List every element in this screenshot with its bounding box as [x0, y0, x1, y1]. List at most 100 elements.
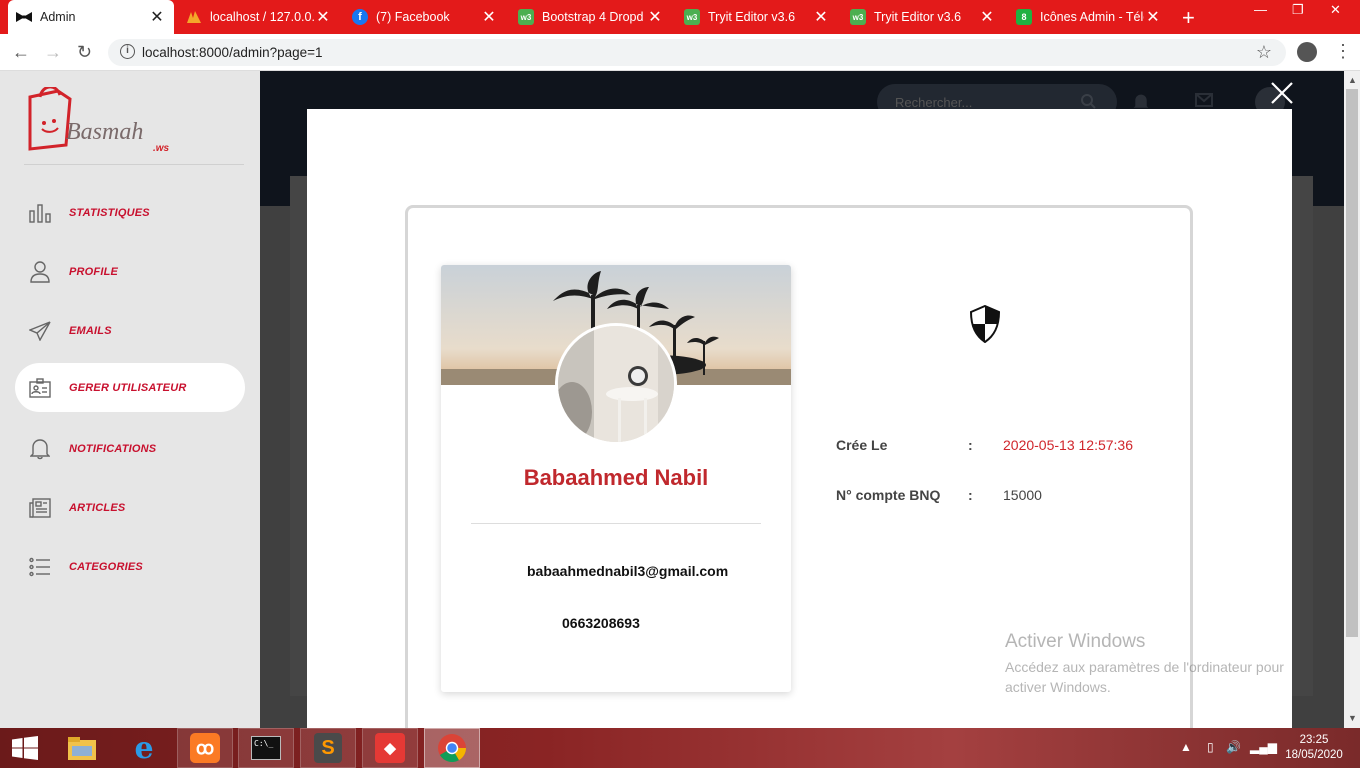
clock-date: 18/05/2020 — [1285, 749, 1343, 761]
maximize-button[interactable]: ❐ — [1292, 2, 1304, 18]
url-text: localhost:8000/admin?page=1 — [142, 45, 323, 60]
brand-logo[interactable]: Basmah .ws — [26, 85, 206, 157]
created-at-label: Crée Le — [836, 437, 888, 453]
sidebar: Basmah .ws STATISTIQUES PROFILE EMAILS G… — [0, 71, 260, 728]
windows-start-icon[interactable] — [12, 736, 38, 760]
list-icon — [29, 556, 51, 578]
command-prompt-icon[interactable]: C:\_ — [238, 728, 294, 768]
tab-facebook[interactable]: f (7) Facebook ✕ — [344, 0, 506, 34]
reload-icon[interactable]: ↻ — [77, 42, 92, 63]
user-name: Babaahmed Nabil — [523, 465, 709, 490]
tab-label: Admin — [40, 10, 76, 24]
tab-label: Icônes Admin - Télé — [1040, 10, 1144, 24]
tab-tryit-2[interactable]: w3 Tryit Editor v3.6 ✕ — [842, 0, 1004, 34]
bank-account-colon: : — [968, 487, 973, 503]
created-at-value: 2020-05-13 12:57:36 — [1003, 437, 1133, 453]
clock-time: 23:25 — [1299, 734, 1329, 746]
sidebar-item-categories[interactable]: CATEGORIES — [15, 542, 245, 591]
shield-icon — [969, 304, 1001, 344]
paper-plane-icon — [29, 320, 51, 342]
browser-tab-bar: Admin ✕ localhost / 127.0.0. ✕ f (7) Fac… — [0, 0, 1360, 34]
window-close-button[interactable]: ✕ — [1330, 2, 1341, 18]
activation-watermark-text: Accédez aux paramètres de l'ordinateur p… — [1005, 659, 1284, 695]
sidebar-item-emails[interactable]: EMAILS — [15, 306, 245, 355]
new-tab-button[interactable]: + — [1182, 5, 1195, 31]
bow-tie-icon — [16, 9, 32, 25]
sidebar-item-label: EMAILS — [69, 324, 112, 337]
tab-label: (7) Facebook — [376, 10, 450, 24]
tab-label: Tryit Editor v3.6 — [708, 10, 796, 24]
sidebar-item-label: ARTICLES — [69, 501, 126, 514]
logo-suffix: .ws — [153, 143, 170, 154]
volume-icon[interactable]: 🔊 — [1226, 740, 1241, 754]
bank-account-value: 15000 — [1003, 487, 1042, 503]
scroll-thumb[interactable] — [1346, 89, 1358, 637]
created-at-colon: : — [968, 437, 973, 453]
sidebar-item-profile[interactable]: PROFILE — [15, 247, 245, 296]
scroll-down-icon[interactable]: ▼ — [1348, 713, 1357, 723]
battery-icon[interactable]: ▯ — [1207, 740, 1214, 754]
logo-text: Basmah — [66, 119, 143, 145]
minimize-button[interactable]: — — [1254, 2, 1267, 17]
tab-bootstrap[interactable]: w3 Bootstrap 4 Dropd ✕ — [510, 0, 672, 34]
chrome-icon[interactable] — [424, 728, 480, 768]
close-icon — [1271, 82, 1293, 104]
sublime-text-icon[interactable]: S — [300, 728, 356, 768]
sidebar-item-label: CATEGORIES — [69, 560, 143, 573]
newspaper-icon — [29, 497, 51, 519]
close-icon[interactable]: ✕ — [480, 7, 498, 27]
address-bar: ← → ↻ i localhost:8000/admin?page=1 ☆ ⋮ — [0, 34, 1360, 71]
sidebar-item-statistiques[interactable]: STATISTIQUES — [15, 188, 245, 237]
scrollbar[interactable]: ▲ ▼ — [1344, 71, 1360, 728]
chevron-up-icon[interactable]: ▲ — [1180, 740, 1192, 754]
sidebar-item-label: NOTIFICATIONS — [69, 442, 157, 455]
profile-icon[interactable] — [1297, 42, 1317, 62]
phpmyadmin-icon — [186, 9, 202, 25]
divider — [24, 164, 244, 165]
close-icon[interactable]: ✕ — [978, 7, 996, 27]
forward-arrow-icon[interactable]: → — [44, 42, 62, 63]
bank-account-label: N° compte BNQ — [836, 487, 941, 503]
tab-label: localhost / 127.0.0. — [210, 10, 314, 24]
close-icon[interactable]: ✕ — [314, 7, 332, 27]
sidebar-item-gerer-utilisateur[interactable]: GERER UTILISATEUR — [15, 363, 245, 412]
anydesk-icon[interactable]: ◆ — [362, 728, 418, 768]
info-icon[interactable]: i — [120, 44, 135, 59]
back-arrow-icon[interactable]: ← — [12, 42, 30, 63]
tab-admin[interactable]: Admin ✕ — [8, 0, 174, 34]
windows-taskbar: e ꝏ C:\_ S ◆ ▲ ▯ 🔊 ▂▄▆ 23:25 18/05/2020 — [0, 728, 1360, 768]
user-phone: 0663208693 — [562, 615, 640, 631]
activation-watermark-title: Activer Windows — [1005, 631, 1146, 652]
sidebar-item-label: STATISTIQUES — [69, 206, 150, 219]
tab-icones[interactable]: 8 Icônes Admin - Télé ✕ — [1008, 0, 1170, 34]
w3schools-icon: w3 — [850, 9, 866, 25]
file-explorer-icon[interactable] — [54, 728, 110, 768]
scroll-up-icon[interactable]: ▲ — [1348, 75, 1357, 85]
url-field[interactable]: i localhost:8000/admin?page=1 ☆ — [108, 39, 1286, 66]
close-icon[interactable]: ✕ — [1144, 7, 1162, 27]
close-icon[interactable]: ✕ — [148, 7, 166, 27]
sidebar-item-notifications[interactable]: NOTIFICATIONS — [15, 424, 245, 473]
network-icon[interactable]: ▂▄▆ — [1250, 740, 1277, 754]
modal-close-button[interactable] — [1268, 79, 1296, 107]
internet-explorer-icon[interactable]: e — [116, 728, 172, 768]
user-email: babaahmednabil3@gmail.com — [527, 563, 729, 579]
xampp-icon[interactable]: ꝏ — [177, 728, 233, 768]
user-avatar — [555, 323, 677, 445]
icons8-icon: 8 — [1016, 9, 1032, 25]
page-viewport: Basmah .ws STATISTIQUES PROFILE EMAILS G… — [0, 71, 1360, 745]
star-icon[interactable]: ☆ — [1256, 42, 1272, 63]
tab-label: Bootstrap 4 Dropd — [542, 10, 644, 24]
user-profile-card: Babaahmed Nabil babaahmednabil3@gmail.co… — [441, 265, 791, 692]
bar-chart-icon — [29, 202, 51, 224]
more-menu-icon[interactable]: ⋮ — [1334, 41, 1352, 62]
sidebar-item-articles[interactable]: ARTICLES — [15, 483, 245, 532]
tab-tryit-1[interactable]: w3 Tryit Editor v3.6 ✕ — [676, 0, 838, 34]
tab-phpmyadmin[interactable]: localhost / 127.0.0. ✕ — [178, 0, 340, 34]
sidebar-item-label: PROFILE — [69, 265, 119, 278]
close-icon[interactable]: ✕ — [812, 7, 830, 27]
close-icon[interactable]: ✕ — [646, 7, 664, 27]
id-card-icon — [29, 377, 51, 399]
system-clock[interactable]: 23:25 18/05/2020 — [1282, 733, 1346, 763]
w3schools-icon: w3 — [684, 9, 700, 25]
